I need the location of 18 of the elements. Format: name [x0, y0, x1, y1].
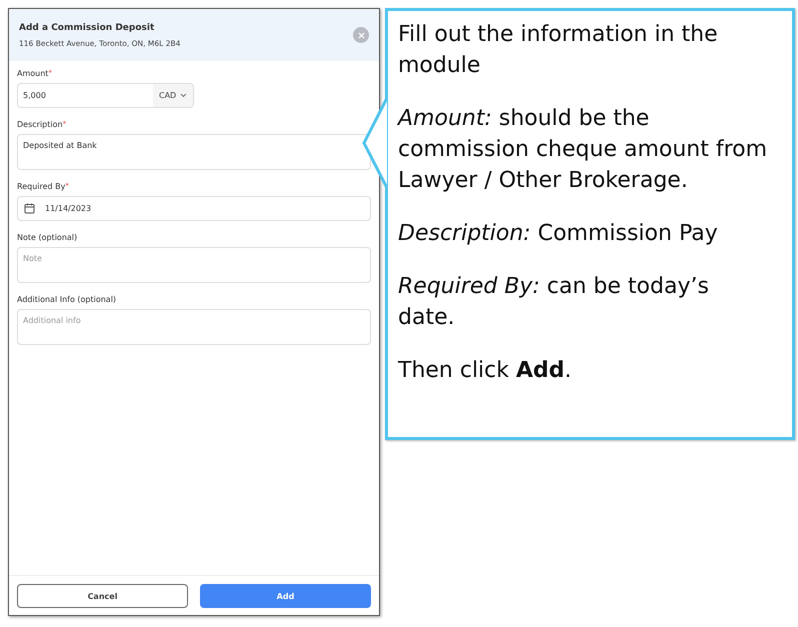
- amount-field[interactable]: 5,000 CAD: [17, 83, 194, 108]
- add-button[interactable]: Add: [200, 584, 371, 608]
- text-area[interactable]: Deposited at Bank: [17, 134, 371, 170]
- chevron-down-icon: [180, 93, 187, 98]
- instruction-text: Required By: can be today’s date.: [398, 273, 710, 332]
- close-button[interactable]: [353, 27, 369, 43]
- calendar-icon: [24, 203, 35, 214]
- instruction-text: Amount: should be the commission cheque amount from Lawyer / Other Brokerage.: [398, 105, 768, 195]
- date-field[interactable]: 11/14/2023: [17, 196, 371, 221]
- field-label: Note (optional): [17, 233, 78, 242]
- dialog-title: Add a Commission Deposit: [19, 22, 156, 32]
- instruction-text: Description: Commission Pay: [398, 220, 719, 248]
- close-icon: [358, 32, 364, 38]
- currency-dropdown[interactable]: CAD: [153, 84, 193, 107]
- field-label: Additional Info (optional): [17, 295, 118, 304]
- cancel-button[interactable]: Cancel: [17, 584, 188, 608]
- instruction-text: Fill out the information in the module: [398, 21, 719, 80]
- instruction-text: Then click Add.: [398, 357, 573, 385]
